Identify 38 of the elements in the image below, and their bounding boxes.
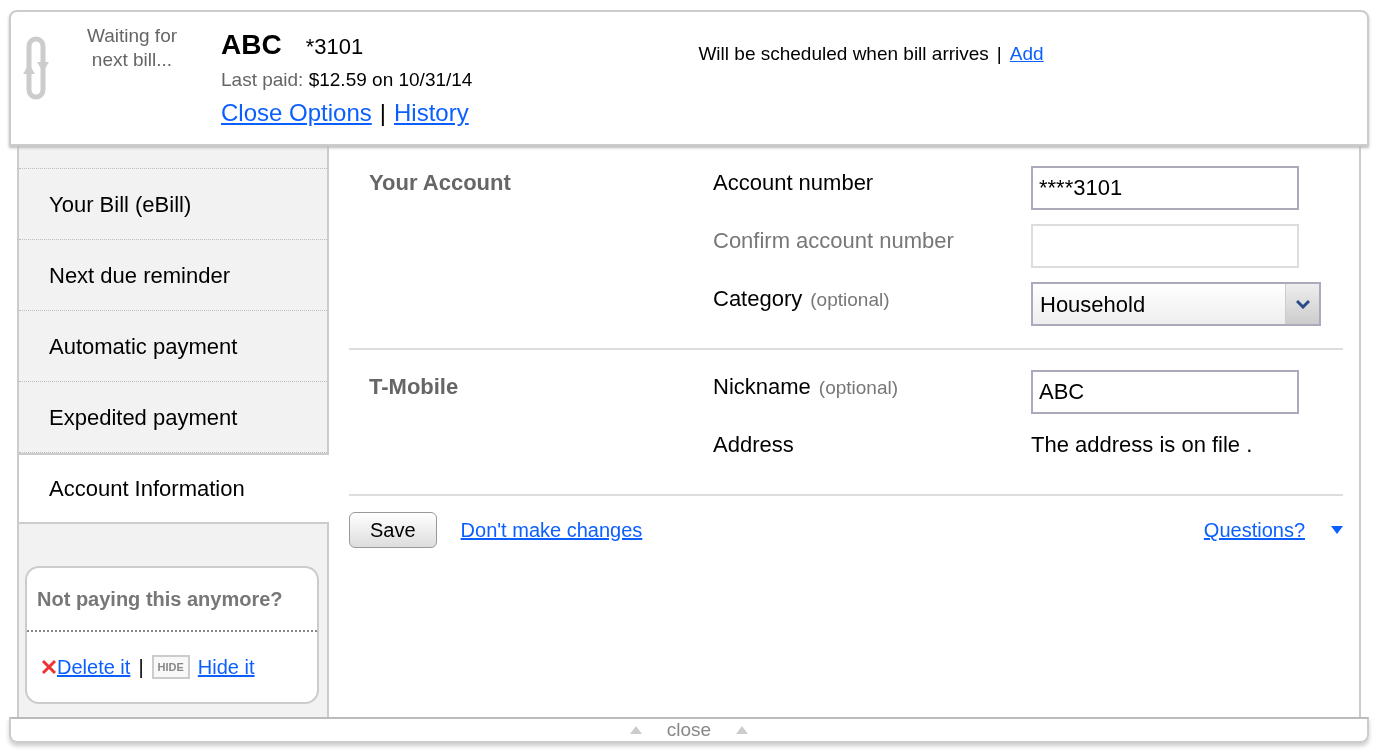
field-value: The address is on file . [1031, 431, 1253, 459]
section-title: T-Mobile [369, 373, 460, 401]
link[interactable]: History [394, 94, 469, 131]
field-label: Confirm account number [713, 227, 954, 255]
separator: | [996, 42, 1002, 66]
optional-hint: (optional) [818, 376, 899, 400]
field-label: Category [713, 285, 803, 313]
section-title: Your Account [369, 169, 512, 197]
hide-link[interactable]: Hide it [197, 652, 255, 682]
sidebar-item[interactable]: Account Information [19, 453, 329, 524]
hide-badge: HIDE [151, 654, 190, 680]
last-paid-text: Last paid: $12.59 on 10/31/14 [221, 68, 473, 92]
add-link[interactable]: Add [1009, 40, 1044, 132]
questions-link[interactable]: Questions? [1203, 515, 1305, 545]
dropdown-field[interactable]: Household [1031, 282, 1321, 326]
triangle-up-icon [735, 725, 750, 735]
side-box-title: Not paying this anymore? [27, 568, 317, 632]
close-toggle[interactable]: close [666, 719, 712, 741]
triangle-down-icon [1331, 526, 1343, 534]
schedule-text: Will be scheduled when bill arrives [698, 42, 989, 66]
triangle-up-icon [628, 725, 643, 735]
input-field[interactable]: ****3101 [1031, 166, 1299, 210]
optional-hint: (optional) [810, 288, 890, 312]
input-field[interactable]: ABC [1031, 370, 1299, 414]
status-text: Waiting for next bill... [85, 24, 179, 72]
delete-x-icon [41, 659, 57, 675]
separator: | [138, 655, 144, 680]
chevron-down-icon [1295, 299, 1310, 309]
link[interactable]: Close Options [221, 94, 372, 131]
payee-name: ABC [221, 28, 282, 62]
field-label: Account number [713, 169, 874, 197]
field-label: Address [713, 431, 794, 459]
field-label: Nickname [713, 373, 811, 401]
separator: | [379, 97, 386, 128]
account-number: *3101 [305, 33, 364, 61]
delete-link[interactable]: Delete it [57, 652, 131, 682]
save-button[interactable]: Save [349, 512, 437, 548]
cancel-link[interactable]: Don't make changes [460, 515, 643, 545]
